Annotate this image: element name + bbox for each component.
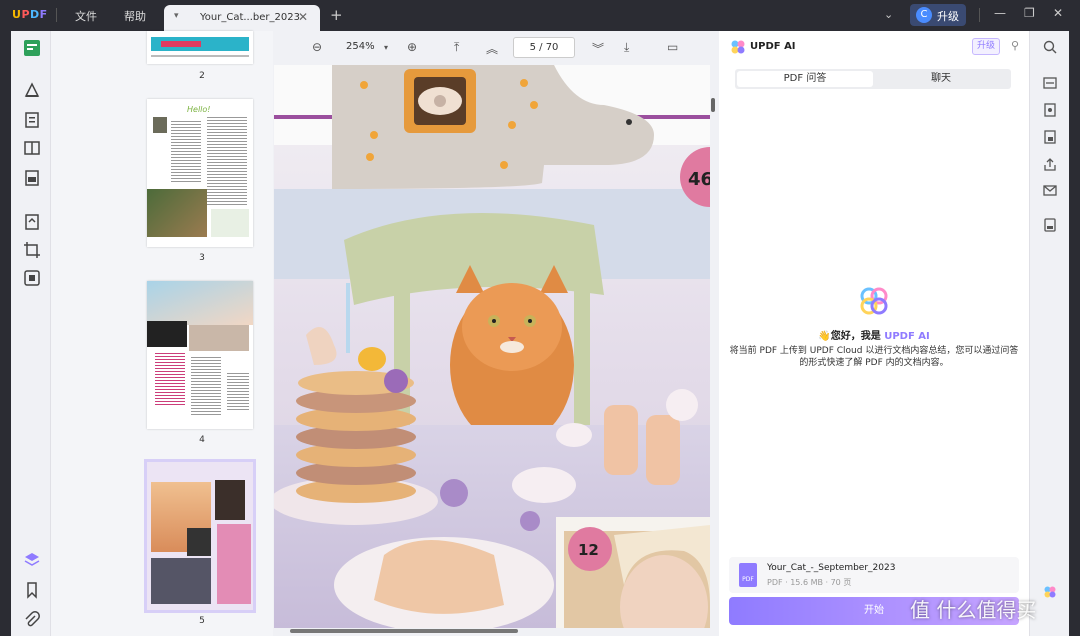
ai-center-logo-icon <box>860 287 888 315</box>
left-toolbar <box>11 31 51 636</box>
next-page-icon[interactable]: ︾ <box>592 40 604 57</box>
pdf-file-icon: PDF <box>739 563 757 587</box>
upgrade-label: 升级 <box>937 10 959 23</box>
tab-title: Your_Cat...ber_2023 <box>200 12 300 23</box>
file-name: Your_Cat_-_September_2023 <box>767 563 896 573</box>
minimize-icon[interactable]: — <box>994 6 1006 20</box>
protect-icon[interactable] <box>23 269 41 287</box>
restore-icon[interactable]: ❐ <box>1024 6 1035 20</box>
convert-icon[interactable] <box>23 213 41 231</box>
page-separator: / <box>539 42 543 53</box>
updf-logo: UPDF <box>12 8 48 21</box>
thumbnail-page-4[interactable] <box>147 281 253 429</box>
bookmark-icon[interactable] <box>23 581 41 599</box>
thumbnail-page-5-selected[interactable] <box>147 462 253 610</box>
search-icon[interactable] <box>1043 40 1057 54</box>
divider <box>979 8 980 22</box>
tab-pdf-qa[interactable]: PDF 问答 <box>737 71 873 87</box>
organize-icon[interactable] <box>23 139 41 157</box>
watermark: 值 什么值得买 <box>910 598 1037 622</box>
document-viewer: ⊖ 254% ▾ ⊕ ⤒ ︽ 5 / 70 ︾ ⤓ ▭ 46 12 <box>274 31 717 636</box>
total-pages: 70 <box>545 42 559 53</box>
comment-icon[interactable] <box>23 81 41 99</box>
presentation-icon[interactable]: ▭ <box>667 40 678 54</box>
ai-header: UPDF AI 升级 ⚲ <box>719 31 1029 63</box>
edit-icon[interactable] <box>23 111 41 129</box>
vertical-scrollbar[interactable] <box>711 98 715 112</box>
page-number-label: 3 <box>199 253 205 263</box>
first-page-icon[interactable]: ⤒ <box>454 40 459 55</box>
menu-file[interactable]: 文件 <box>75 8 97 24</box>
reader-icon[interactable] <box>23 39 41 57</box>
tab-chat[interactable]: 聊天 <box>873 71 1009 87</box>
file-card[interactable]: PDF Your_Cat_-_September_2023 PDF · 15.6… <box>729 557 1019 593</box>
menu-help[interactable]: 帮助 <box>124 8 146 24</box>
new-tab-icon[interactable]: + <box>330 6 343 24</box>
last-page-icon[interactable]: ⤓ <box>624 40 629 55</box>
file-meta: PDF · 15.6 MB · 70 页 <box>767 578 852 587</box>
ai-upgrade-button[interactable]: 升级 <box>972 38 1000 55</box>
thumbnail-page-3[interactable]: Hello! <box>147 99 253 247</box>
page-number-label: 5 <box>199 616 205 626</box>
attachment-icon[interactable] <box>23 611 41 629</box>
page-badge-bottom: 12 <box>578 541 599 559</box>
zoom-level[interactable]: 254% <box>346 41 375 52</box>
wave-icon: 👋 <box>818 331 831 342</box>
ai-description: 将当前 PDF 上传到 UPDF Cloud 以进行文档内容总结，您可以通过问答… <box>729 346 1019 368</box>
updf-ai-logo-icon <box>731 40 745 54</box>
account-avatar: C <box>916 7 932 23</box>
page-input[interactable]: 5 / 70 <box>513 37 575 58</box>
chevron-down-icon[interactable]: ⌄ <box>884 8 893 21</box>
right-toolbar <box>1029 31 1069 636</box>
protect-pdf-icon[interactable] <box>1043 130 1057 144</box>
document-tab[interactable]: ▾ Your_Cat...ber_2023 ✕ <box>164 5 320 31</box>
ai-title: UPDF AI <box>750 41 796 52</box>
divider <box>56 8 57 22</box>
previous-page-icon[interactable]: ︽ <box>486 40 498 57</box>
pin-icon[interactable]: ⚲ <box>1011 39 1019 52</box>
page-number-label: 4 <box>199 435 205 445</box>
convert-pdf-icon[interactable] <box>1043 103 1057 117</box>
upgrade-button[interactable]: C 升级 <box>910 4 966 26</box>
zoom-out-icon[interactable]: ⊖ <box>312 40 322 54</box>
ai-tabs: PDF 问答 聊天 <box>735 69 1011 89</box>
layers-icon[interactable] <box>23 551 41 569</box>
zoom-dropdown-icon[interactable]: ▾ <box>384 43 388 52</box>
window-close-icon[interactable]: ✕ <box>1053 6 1063 20</box>
share-icon[interactable] <box>1043 157 1057 171</box>
page-number-label: 2 <box>199 71 205 81</box>
zoom-in-icon[interactable]: ⊕ <box>407 40 417 54</box>
ai-greeting: 👋您好，我是 UPDF AI <box>719 327 1029 342</box>
email-icon[interactable] <box>1043 183 1057 197</box>
current-page: 5 <box>529 42 536 53</box>
tab-menu-icon[interactable]: ▾ <box>174 11 179 21</box>
page-photo: 46 12 <box>274 65 710 628</box>
ai-panel: UPDF AI 升级 ⚲ PDF 问答 聊天 👋您好，我是 UPDF AI 将当… <box>719 31 1029 636</box>
crop-icon[interactable] <box>23 241 41 259</box>
close-icon[interactable]: ✕ <box>298 10 308 24</box>
view-toolbar: ⊖ 254% ▾ ⊕ ⤒ ︽ 5 / 70 ︾ ⤓ ▭ <box>274 31 717 65</box>
thumbnail-panel: 2 Hello! 3 4 5 <box>51 31 273 636</box>
pdf-page: 46 12 <box>274 65 710 628</box>
save-icon[interactable] <box>1043 218 1057 232</box>
greeting-brand: UPDF AI <box>884 331 930 342</box>
greeting-text: 您好，我是 <box>830 331 881 342</box>
page-badge-top: 46 <box>688 169 710 190</box>
horizontal-scrollbar[interactable] <box>290 629 518 633</box>
form-icon[interactable] <box>23 169 41 187</box>
title-bar: UPDF 文件 帮助 ▾ Your_Cat...ber_2023 ✕ + ⌄ C… <box>0 0 1080 31</box>
thumbnail-page-2[interactable] <box>147 31 253 64</box>
ocr-icon[interactable] <box>1043 76 1057 90</box>
app-area: 2 Hello! 3 4 5 ⊖ 254% ▾ ⊕ ⤒ ︽ 5 / 70 ︾ ⤓… <box>11 31 1069 636</box>
